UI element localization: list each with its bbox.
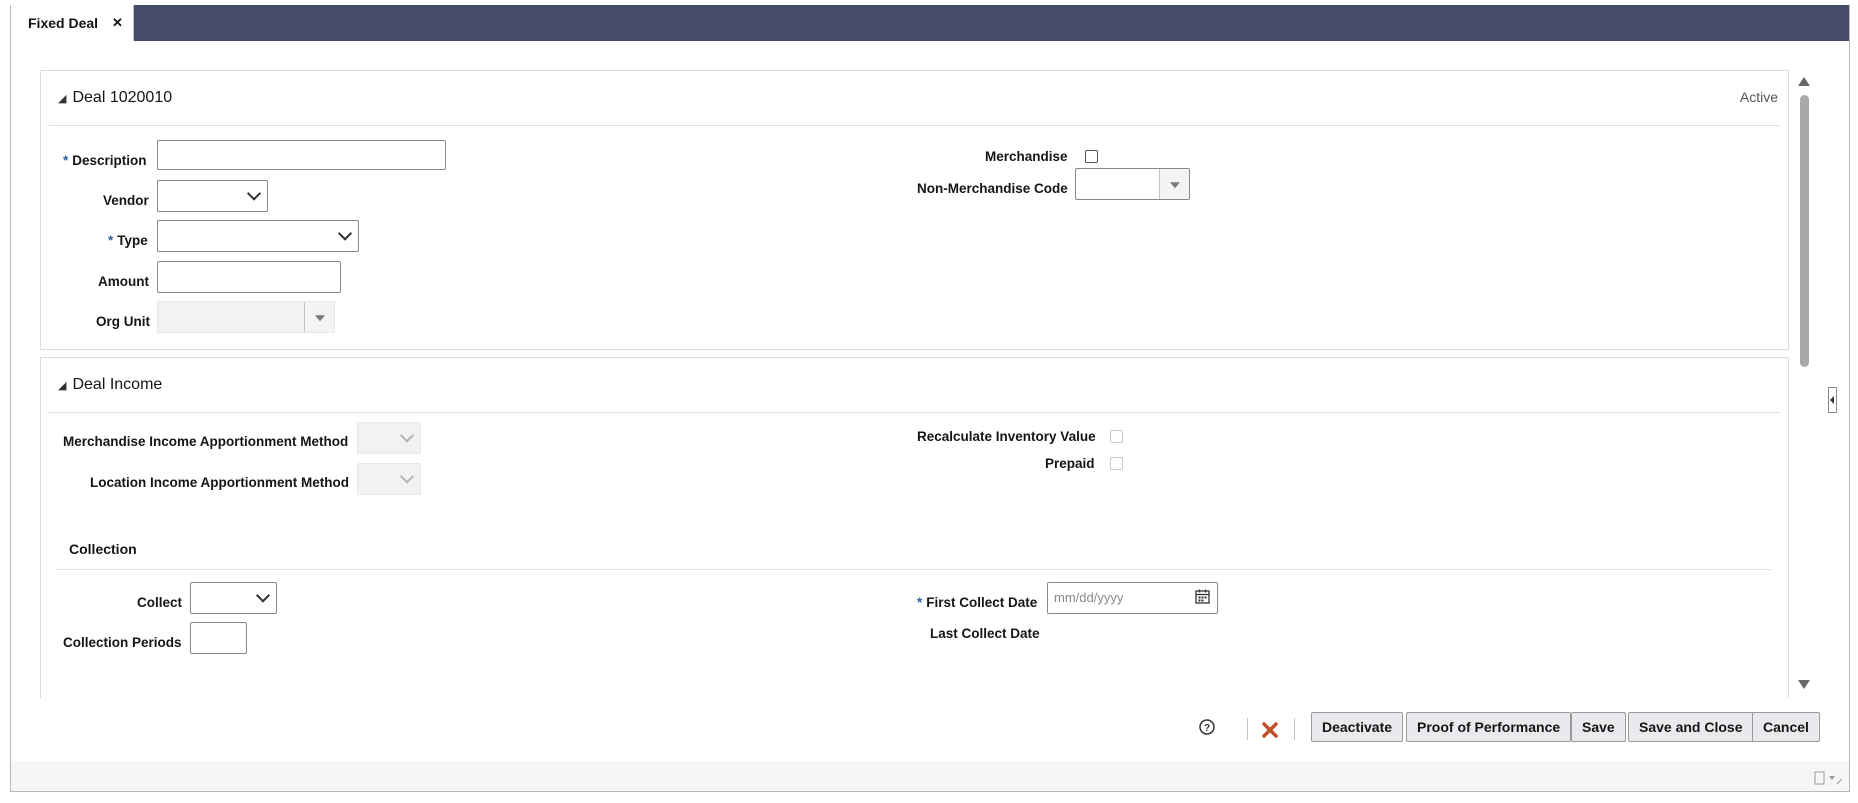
divider [49,412,1780,413]
location-apportion-select [357,463,421,495]
deal-panel: ◢ Deal 1020010 Active * Description Vendor… [40,70,1789,350]
proof-of-performance-button[interactable]: Proof of Performance [1406,712,1572,742]
calendar-icon[interactable] [1195,589,1210,604]
collect-select[interactable] [190,582,277,614]
cancel-button[interactable]: Cancel [1752,712,1820,742]
resize-grip-icon[interactable] [1813,771,1843,785]
divider [49,125,1780,126]
collapse-triangle-icon: ◢ [58,380,67,392]
type-select[interactable] [157,220,359,252]
close-icon[interactable]: ✕ [112,15,123,31]
svg-text:?: ? [1204,723,1210,734]
save-and-close-button[interactable]: Save and Close [1628,712,1754,742]
divider [57,569,1772,570]
toolbar-separator [1247,718,1248,740]
required-marker: * [917,595,923,610]
collapse-triangle-icon: ◢ [58,93,67,105]
non-merchandise-code-combo[interactable] [1075,168,1190,200]
deal-title: Deal 1020010 [72,89,173,106]
chevron-down-icon [399,469,415,484]
org-unit-label: Org Unit [96,314,150,329]
non-merchandise-code-label: Non-Merchandise Code [917,181,1068,196]
scrollbar-thumb[interactable] [1800,95,1809,367]
recalc-inventory-label: Recalculate Inventory Value [917,429,1096,444]
caret-down-icon [314,315,325,322]
recalc-inventory-checkbox [1110,430,1123,443]
chevron-down-icon [246,186,262,201]
collection-periods-label: Collection Periods [63,635,182,650]
required-marker: * [108,233,114,248]
amount-label: Amount [98,274,149,289]
dropdown-button [304,302,334,332]
vendor-select[interactable] [157,180,268,212]
tab-label: Fixed Deal [28,15,99,31]
help-icon[interactable]: ? [1198,718,1216,736]
vendor-label: Vendor [103,193,149,208]
tab-bar: Fixed Deal ✕ [11,5,1849,41]
scroll-down-arrow-icon[interactable] [1798,680,1810,689]
status-label: Active [1739,89,1778,105]
vertical-scrollbar[interactable] [1797,73,1811,693]
required-marker: * [63,153,69,168]
save-button[interactable]: Save [1571,712,1626,742]
deal-income-panel: ◢ Deal Income Merchandise Income Apportio… [40,357,1789,698]
tab-fixed-deal[interactable]: Fixed Deal ✕ [11,5,134,41]
chevron-down-icon [337,226,353,241]
deactivate-button[interactable]: Deactivate [1311,712,1404,742]
type-label: * Type [108,233,148,248]
collection-subheader: Collection [69,541,137,557]
deal-header[interactable]: ◢ Deal 1020010 [58,89,172,107]
deal-income-title: Deal Income [72,376,163,393]
scroll-up-arrow-icon[interactable] [1798,77,1810,86]
first-collect-date-label: * First Collect Date [917,595,1038,610]
merch-apportion-select [357,422,421,454]
merchandise-checkbox[interactable] [1085,150,1098,163]
location-apportion-label: Location Income Apportionment Method [90,475,349,490]
last-collect-date-label: Last Collect Date [930,626,1040,641]
dropdown-button[interactable] [1159,169,1189,199]
merchandise-label: Merchandise [985,149,1068,164]
prepaid-label: Prepaid [1045,456,1095,471]
toolbar-separator [1294,718,1295,740]
date-placeholder: mm/dd/yyyy [1054,590,1124,605]
status-bar [11,761,1849,791]
description-label: * Description [63,153,147,168]
prepaid-checkbox [1110,457,1123,470]
first-collect-date-input[interactable]: mm/dd/yyyy [1047,582,1218,614]
caret-down-icon [1169,182,1180,189]
org-unit-combo [157,301,335,333]
collection-periods-input[interactable] [190,622,247,654]
deal-income-header[interactable]: ◢ Deal Income [58,376,162,394]
delete-icon[interactable] [1261,721,1279,739]
chevron-down-icon [255,588,271,603]
window-frame: Fixed Deal ✕ ◢ Deal 1020010 Active * Descr… [10,5,1850,792]
merch-apportion-label: Merchandise Income Apportionment Method [63,434,349,449]
side-panel-toggle[interactable] [1828,387,1837,413]
description-input[interactable] [157,140,446,170]
amount-input[interactable] [157,261,341,293]
chevron-down-icon [399,428,415,443]
collect-label: Collect [137,595,183,610]
